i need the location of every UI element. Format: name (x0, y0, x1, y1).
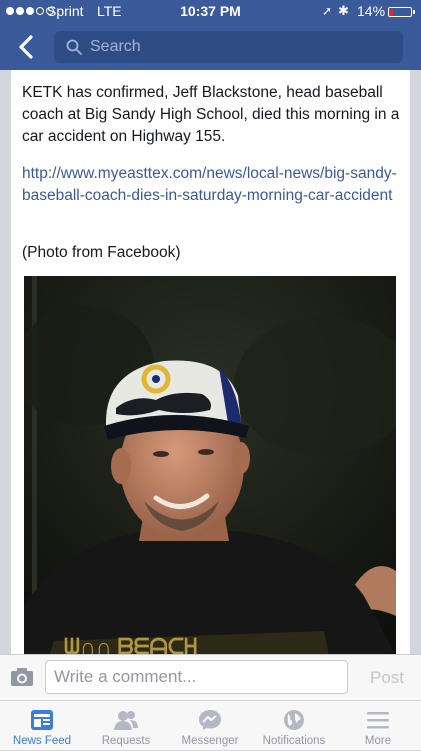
news-feed-icon (31, 710, 53, 730)
tab-label: News Feed (12, 735, 72, 747)
comment-bar: Post (0, 654, 421, 700)
globe-icon (284, 710, 304, 730)
post-link[interactable]: http://www.myeasttex.com/news/local-news… (22, 163, 402, 207)
post-card: KETK has confirmed, Jeff Blackstone, hea… (11, 70, 410, 654)
tab-label: Requests (101, 735, 151, 747)
post-text: KETK has confirmed, Jeff Blackstone, hea… (22, 84, 400, 145)
search-bar[interactable]: Search (54, 31, 403, 63)
comment-input[interactable] (45, 660, 348, 694)
battery-percent: 14% (357, 3, 386, 19)
tab-bar: News Feed Requests Messenger Notificatio… (0, 700, 421, 750)
friends-icon (114, 711, 138, 730)
tab-label: Notifications (262, 735, 326, 747)
battery-level (390, 9, 393, 15)
tab-notifications[interactable]: Notifications (252, 701, 336, 751)
tab-label: More (364, 735, 392, 747)
tab-label: Messenger (181, 735, 239, 747)
battery-icon (388, 7, 412, 17)
menu-icon (367, 712, 389, 729)
svg-text:ᗯ∩∩ ᗷᗴᗩᑕᕼ: ᗯ∩∩ ᗷᗴᗩᑕᕼ (64, 634, 197, 654)
bluetooth-icon: ✱ (338, 3, 349, 18)
tab-more[interactable]: More (336, 701, 420, 751)
top-bar: Sprint LTE 10:37 PM ➚ ✱ 14% Search (0, 0, 421, 70)
search-icon (66, 39, 82, 55)
tab-requests[interactable]: Requests (84, 701, 168, 751)
photo-credit: (Photo from Facebook) (22, 244, 181, 261)
coach-photo: ᗯ∩∩ ᗷᗴᗩᑕᕼ (24, 276, 396, 654)
location-arrow-icon: ➚ (322, 4, 333, 18)
messenger-icon (199, 710, 221, 730)
back-button[interactable] (12, 32, 42, 62)
search-placeholder: Search (90, 38, 141, 55)
post-comment-button[interactable]: Post (358, 665, 416, 691)
chevron-left-icon (19, 35, 33, 59)
tab-news-feed[interactable]: News Feed (0, 701, 84, 751)
post-photo[interactable]: ᗯ∩∩ ᗷᗴᗩᑕᕼ (24, 276, 396, 654)
status-bar: Sprint LTE 10:37 PM ➚ ✱ 14% (0, 0, 421, 24)
tab-messenger[interactable]: Messenger (168, 701, 252, 751)
camera-icon[interactable] (10, 667, 34, 687)
